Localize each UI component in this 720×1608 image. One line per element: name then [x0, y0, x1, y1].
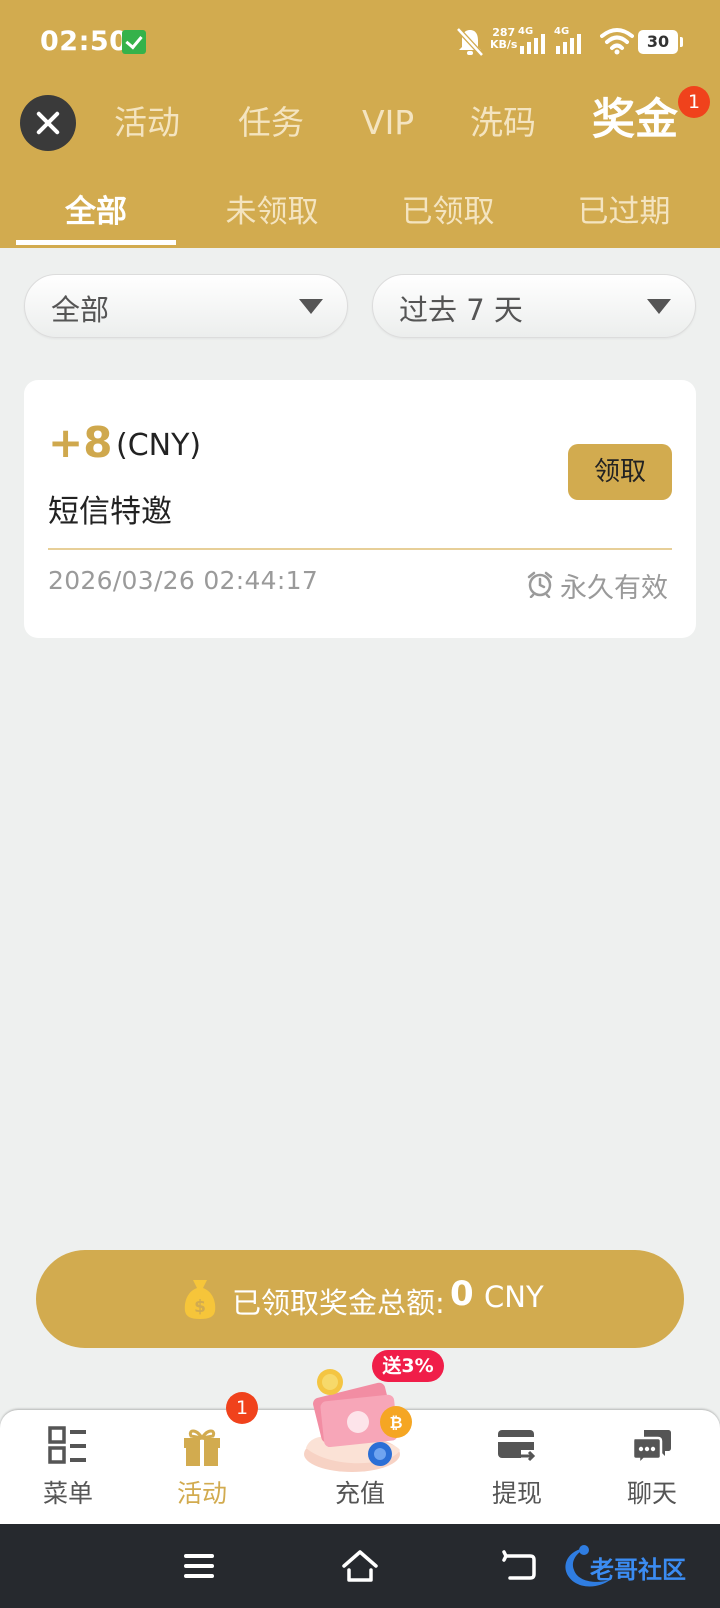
claimed-total-currency: CNY [484, 1280, 544, 1314]
network-speed: 287 KB/s [490, 27, 517, 51]
bonus-currency: (CNY) [116, 428, 202, 463]
gift-icon [184, 1429, 220, 1466]
battery-indicator: 30 [638, 30, 683, 54]
notification-check-icon [122, 30, 146, 54]
sim1-label: 4G [518, 26, 534, 37]
subtab-active-indicator [16, 240, 176, 245]
money-bag-icon: $ [184, 1280, 216, 1319]
header-bar: 02:50 287 KB/s 4G 4G 30 活动 任务 VIP 洗码 奖金 … [0, 0, 720, 248]
nav-activity[interactable]: 活动 [142, 1410, 262, 1524]
date-range-value: 过去 7 天 [399, 293, 523, 327]
alarm-clock-icon [527, 571, 553, 598]
nav-withdraw-label: 提现 [491, 1479, 542, 1508]
bonus-amount: +8 [48, 418, 113, 467]
claimed-total-label: 已领取奖金总额: [232, 1286, 445, 1320]
tab-vip[interactable]: VIP [362, 98, 414, 148]
bonus-card: +8 (CNY) 短信特邀 领取 2026/03/26 02:44:17 永久有… [24, 380, 696, 638]
system-navigation-bar: 老哥社区 [0, 1524, 720, 1608]
chevron-down-icon [299, 299, 323, 314]
nav-chat[interactable]: 聊天 [592, 1410, 712, 1524]
recent-apps-icon[interactable] [180, 1546, 220, 1586]
subtab-expired[interactable]: 已过期 [544, 186, 704, 231]
claimed-total-value: 0 [450, 1274, 474, 1314]
signal-sim2-icon: 4G [554, 26, 584, 56]
status-time: 02:50 [40, 26, 129, 57]
claimed-total-bar: $ 已领取奖金总额: 0 CNY [36, 1250, 684, 1348]
type-filter-value: 全部 [51, 293, 110, 327]
card-transfer-icon [498, 1430, 537, 1464]
back-icon[interactable] [500, 1546, 540, 1586]
nav-activity-label: 活动 [176, 1479, 227, 1508]
tab-tasks[interactable]: 任务 [238, 98, 304, 148]
tab-bonus[interactable]: 奖金 [592, 95, 678, 145]
nav-recharge-label: 充值 [334, 1479, 385, 1508]
tab-rebate[interactable]: 洗码 [470, 98, 536, 148]
bell-muted-icon [456, 27, 484, 57]
subtab-unclaimed[interactable]: 未领取 [192, 186, 352, 231]
status-bar: 02:50 287 KB/s 4G 4G 30 [0, 0, 720, 84]
sim2-label: 4G [554, 26, 570, 37]
bonus-datetime: 2026/03/26 02:44:17 [48, 566, 319, 595]
close-button[interactable] [20, 95, 76, 151]
svg-text:老哥社区: 老哥社区 [590, 1556, 686, 1584]
nav-menu[interactable]: 菜单 [8, 1410, 128, 1524]
bonus-validity: 永久有效 [560, 573, 668, 604]
home-icon[interactable] [340, 1546, 380, 1586]
svg-text:$: $ [194, 1297, 206, 1317]
chat-bubbles-icon [632, 1430, 671, 1468]
watermark-logo: 老哥社区 [565, 1545, 686, 1587]
network-speed-unit: KB/s [490, 38, 518, 51]
nav-menu-label: 菜单 [42, 1479, 93, 1508]
wifi-icon [600, 28, 634, 55]
bonus-title: 短信特邀 [48, 494, 172, 530]
svg-text:₿: ₿ [389, 1413, 402, 1432]
claim-button[interactable]: 领取 [568, 444, 672, 500]
card-divider [48, 548, 672, 550]
nav-chat-label: 聊天 [626, 1479, 677, 1508]
signal-sim1-icon: 4G [518, 26, 548, 56]
nav-withdraw[interactable]: 提现 [457, 1410, 577, 1524]
subtab-claimed[interactable]: 已领取 [368, 186, 528, 231]
type-filter-dropdown[interactable]: 全部 [24, 274, 348, 338]
bonus-tab-badge: 1 [678, 86, 710, 118]
activity-nav-badge: 1 [226, 1392, 258, 1424]
chevron-down-icon [647, 299, 671, 314]
tab-activity[interactable]: 活动 [114, 98, 180, 148]
menu-grid-icon [48, 1426, 86, 1464]
subtab-all[interactable]: 全部 [16, 186, 176, 231]
recharge-promo-badge: 送3% [372, 1350, 444, 1382]
date-range-dropdown[interactable]: 过去 7 天 [372, 274, 696, 338]
